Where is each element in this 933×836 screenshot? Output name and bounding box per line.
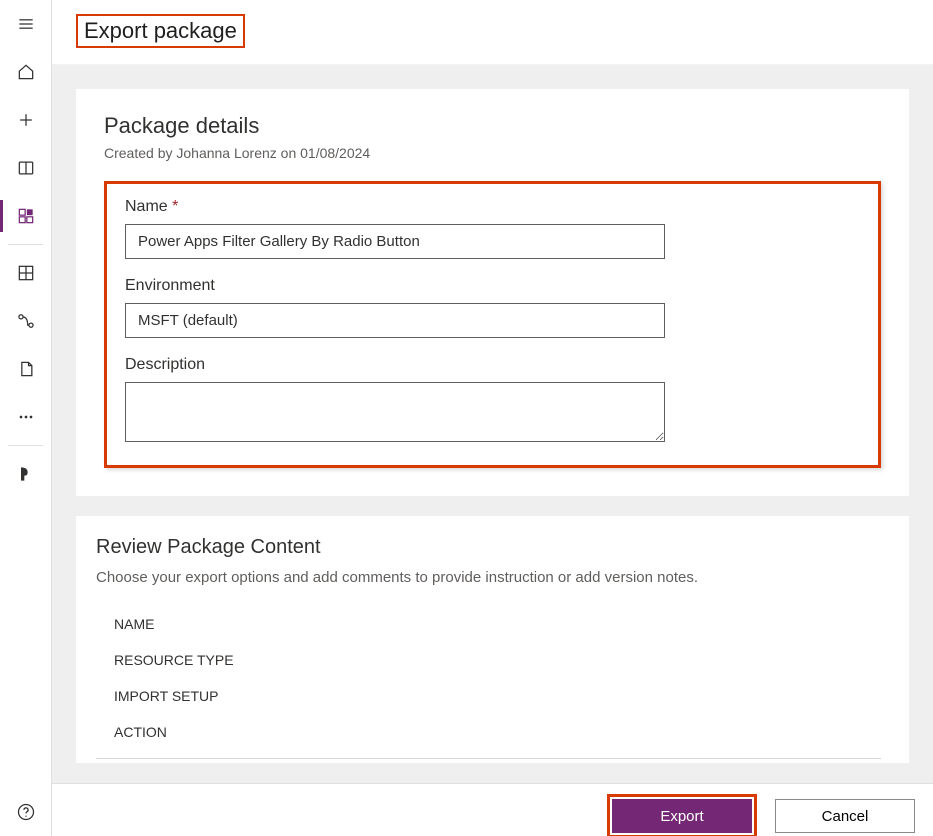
required-asterisk: * — [172, 198, 178, 215]
environment-field-group: Environment — [125, 277, 860, 338]
page-header: Export package — [52, 0, 933, 65]
review-title: Review Package Content — [96, 536, 881, 559]
definition-name: NAME — [114, 606, 881, 642]
help-icon — [16, 802, 36, 822]
apps-icon — [16, 206, 36, 226]
export-button[interactable]: Export — [612, 799, 752, 833]
footer-bar: Export Cancel — [52, 783, 933, 836]
export-highlight: Export — [607, 794, 757, 836]
nav-hamburger[interactable] — [0, 0, 51, 48]
nav-power-platform[interactable] — [0, 450, 51, 498]
home-icon — [16, 62, 36, 82]
review-card: Review Package Content Choose your expor… — [76, 516, 909, 763]
nav-apps[interactable] — [0, 192, 51, 240]
package-details-card: Package details Created by Johanna Loren… — [76, 89, 909, 496]
review-description: Choose your export options and add comme… — [96, 569, 881, 586]
book-icon — [16, 158, 36, 178]
plus-icon — [16, 110, 36, 130]
name-label: Name * — [125, 198, 860, 216]
environment-label: Environment — [125, 277, 860, 295]
nav-home[interactable] — [0, 48, 51, 96]
solution-icon — [16, 359, 36, 379]
description-label: Description — [125, 356, 860, 374]
main-content: Export package Package details Created b… — [52, 0, 933, 836]
description-field-group: Description — [125, 356, 860, 447]
nav-separator — [8, 244, 43, 245]
nav-flows[interactable] — [0, 297, 51, 345]
environment-input[interactable] — [125, 303, 665, 338]
nav-tables[interactable] — [0, 249, 51, 297]
more-icon — [16, 407, 36, 427]
section-title: Package details — [104, 113, 881, 139]
definition-action: ACTION — [114, 714, 881, 750]
created-by-text: Created by Johanna Lorenz on 01/08/2024 — [104, 145, 881, 161]
nav-create[interactable] — [0, 96, 51, 144]
name-field-group: Name * — [125, 198, 860, 259]
content-area: Package details Created by Johanna Loren… — [52, 65, 933, 836]
details-highlight: Name * Environment Description — [104, 181, 881, 468]
definition-import-setup: IMPORT SETUP — [114, 678, 881, 714]
nav-learn[interactable] — [0, 144, 51, 192]
page-title: Export package — [76, 14, 245, 48]
definition-resource-type: RESOURCE TYPE — [114, 642, 881, 678]
table-icon — [16, 263, 36, 283]
nav-help[interactable] — [0, 788, 51, 836]
left-navigation-rail — [0, 0, 52, 836]
cancel-button[interactable]: Cancel — [775, 799, 915, 833]
flow-icon — [16, 311, 36, 331]
description-textarea[interactable] — [125, 382, 665, 442]
power-icon — [16, 464, 36, 484]
nav-separator-2 — [8, 445, 43, 446]
nav-more[interactable] — [0, 393, 51, 441]
name-input[interactable] — [125, 224, 665, 259]
hamburger-icon — [16, 14, 36, 34]
review-divider — [96, 758, 881, 759]
nav-solutions[interactable] — [0, 345, 51, 393]
